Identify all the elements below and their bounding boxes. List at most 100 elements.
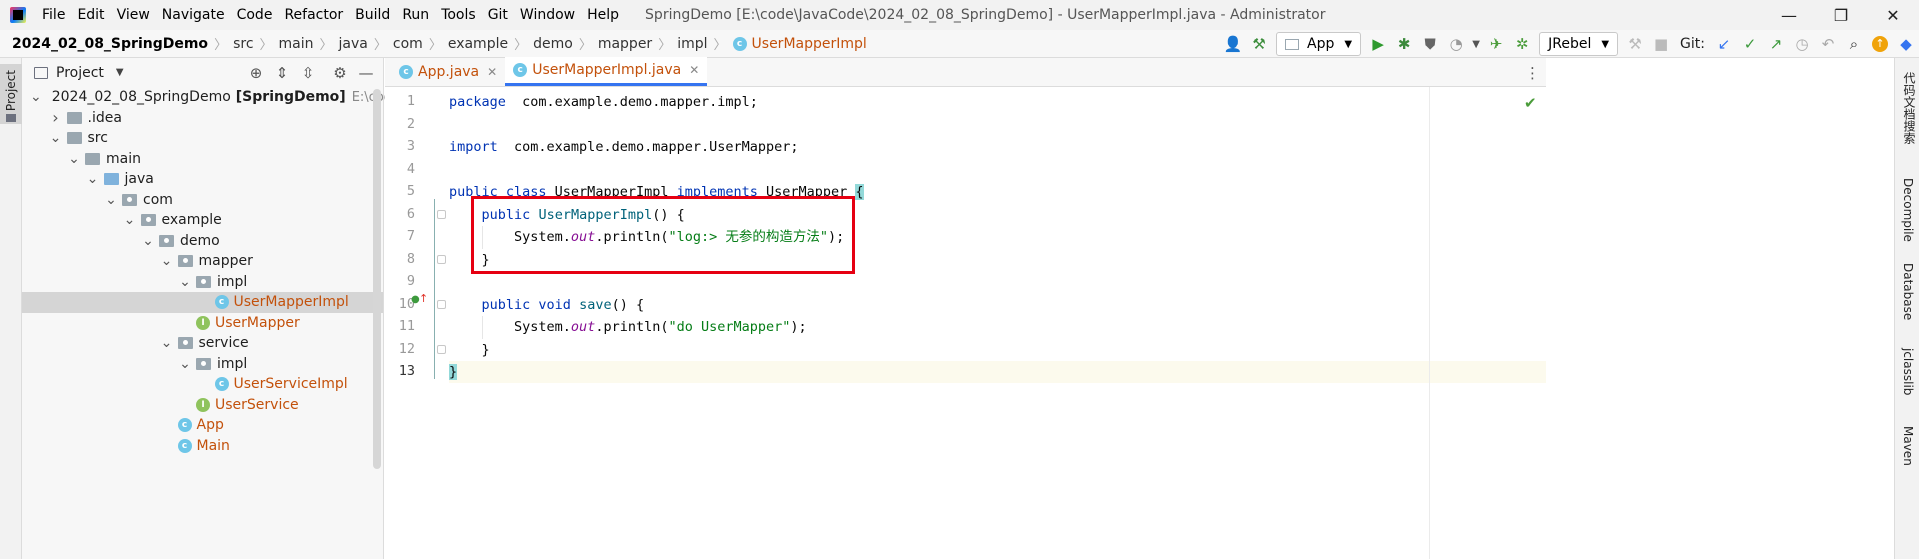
breadcrumb-item[interactable]: c UserMapperImpl [732,36,867,52]
run-config-select[interactable]: App ▼ [1276,32,1362,56]
menu-window[interactable]: Window [514,0,581,30]
coverage-icon[interactable]: ⛊ [1417,31,1443,57]
menu-code[interactable]: Code [231,0,279,30]
breadcrumb-item[interactable]: mapper [598,36,652,52]
jrebel-select[interactable]: JRebel ▼ [1539,32,1619,56]
fold-open-icon[interactable] [437,209,446,219]
code-area[interactable]: package com.example.demo.mapper.impl; imp… [434,87,1546,559]
menu-refactor[interactable]: Refactor [278,0,349,30]
menu-view[interactable]: View [111,0,156,30]
stop-icon[interactable]: ■ [1648,31,1674,57]
chevron-down-icon[interactable]: ⌄ [104,193,118,207]
right-tool-tab[interactable]: Database [1901,263,1915,320]
breadcrumb-item[interactable]: com [393,36,423,52]
chevron-down-icon[interactable]: ⌄ [49,131,63,145]
override-arrow-icon[interactable]: ↑ [419,292,428,305]
tree-item[interactable]: c App [22,415,383,436]
git-history-icon[interactable]: ◷ [1789,31,1815,57]
git-push-icon[interactable]: ↗ [1763,31,1789,57]
hide-panel-icon[interactable]: — [353,64,379,82]
fold-open-icon[interactable] [437,299,446,309]
breadcrumb-item[interactable]: main [279,36,314,52]
minimize-button[interactable]: — [1763,0,1815,30]
profile-icon[interactable]: ◔ [1443,31,1469,57]
tree-item[interactable]: ⌄ mapper [22,251,383,272]
inspection-ok-icon[interactable]: ✔ [1524,94,1537,112]
fold-close-icon[interactable] [437,344,446,354]
tree-item[interactable]: ⌄ com [22,190,383,211]
more-tabs-icon[interactable]: ⋮ [1525,64,1540,82]
menu-edit[interactable]: Edit [71,0,110,30]
breadcrumb-item[interactable]: java [339,36,368,52]
tree-item[interactable]: ⌄ impl [22,272,383,293]
build-hammer-icon[interactable]: ⚒ [1246,31,1272,57]
right-tool-tab[interactable]: Maven [1901,426,1915,466]
tree-item[interactable]: c UserServiceImpl [22,374,383,395]
menu-build[interactable]: Build [349,0,396,30]
menu-navigate[interactable]: Navigate [156,0,231,30]
debug-icon[interactable]: ✱ [1391,31,1417,57]
menu-file[interactable]: File [36,0,71,30]
breadcrumb-item[interactable]: src [233,36,253,52]
tree-item[interactable]: ⌄ src [22,128,383,149]
chevron-down-icon[interactable]: ⌄ [30,90,42,104]
chevron-down-icon[interactable]: ⌄ [86,172,100,186]
chevron-down-icon[interactable]: ⌄ [160,336,174,350]
chevron-right-icon[interactable]: › [49,108,63,127]
tree-item[interactable]: ⌄ demo [22,231,383,252]
jrebel-run-icon[interactable]: ✈ [1483,31,1509,57]
hammer-disabled-icon[interactable]: ⚒ [1622,31,1648,57]
expand-all-icon[interactable]: ⇕ [269,64,295,82]
close-tab-icon[interactable]: ✕ [689,63,699,77]
git-update-icon[interactable]: ↙ [1711,31,1737,57]
tree-item[interactable]: c UserMapperImpl [22,292,383,313]
gear-icon[interactable]: ⚙ [327,64,353,82]
jrebel-debug-icon[interactable]: ✲ [1509,31,1535,57]
chevron-down-icon[interactable]: ⌄ [67,152,81,166]
fold-close-icon[interactable] [437,254,446,264]
tree-item[interactable]: I UserService [22,395,383,416]
menu-help[interactable]: Help [581,0,625,30]
chevron-down-icon[interactable]: ⌄ [160,254,174,268]
jetbrains-toolbox-icon[interactable]: ◆ [1893,31,1919,57]
breadcrumb-item[interactable]: 2024_02_08_SpringDemo [12,36,208,52]
menu-git[interactable]: Git [482,0,514,30]
menu-tools[interactable]: Tools [435,0,482,30]
more-run-chevron-icon[interactable]: ▼ [1469,31,1483,57]
user-icon[interactable]: 👤 [1220,31,1246,57]
chevron-down-icon[interactable]: ⌄ [141,234,155,248]
right-tool-tab[interactable]: Decompile [1901,178,1915,242]
tree-item[interactable]: ⌄2024_02_08_SpringDemo[SpringDemo]E:\cod… [22,87,432,108]
run-icon[interactable]: ▶ [1365,31,1391,57]
tree-item[interactable]: ⌄ example [22,210,383,231]
right-tool-tab[interactable]: 代码文档搜索 [1901,72,1918,144]
tree-item[interactable]: › .idea [22,108,383,129]
breadcrumb-item[interactable]: example [448,36,508,52]
collapse-all-icon[interactable]: ⇳ [295,64,321,82]
tree-item[interactable]: ⌄ main [22,149,383,170]
breadcrumb-item[interactable]: demo [533,36,573,52]
menu-run[interactable]: Run [396,0,435,30]
project-tree-scrollbar[interactable] [373,89,381,469]
tree-item[interactable]: ⌄ impl [22,354,383,375]
chevron-down-icon[interactable]: ▼ [116,67,124,78]
maximize-button[interactable]: ❐ [1815,0,1867,30]
editor-tab[interactable]: c UserMapperImpl.java ✕ [505,57,708,86]
close-tab-icon[interactable]: ✕ [487,65,497,79]
tree-item[interactable]: I UserMapper [22,313,383,334]
tree-item[interactable]: ⌄ java [22,169,383,190]
tree-item[interactable]: ⌄ service [22,333,383,354]
right-tool-tab[interactable]: jclasslib [1901,348,1915,395]
project-panel-title[interactable]: Project [56,65,104,81]
git-commit-icon[interactable]: ✓ [1737,31,1763,57]
chevron-down-icon[interactable]: ⌄ [178,275,192,289]
tree-item[interactable]: c Main [22,436,383,457]
chevron-down-icon[interactable]: ⌄ [123,213,137,227]
breadcrumb-item[interactable]: impl [677,36,707,52]
close-button[interactable]: ✕ [1867,0,1919,30]
editor-tab[interactable]: c App.java ✕ [391,57,505,86]
chevron-down-icon[interactable]: ⌄ [178,357,192,371]
search-icon[interactable]: ⌕ [1841,31,1867,57]
project-tool-tab[interactable]: Project [0,64,22,124]
ide-update-icon[interactable]: ↑ [1867,31,1893,57]
